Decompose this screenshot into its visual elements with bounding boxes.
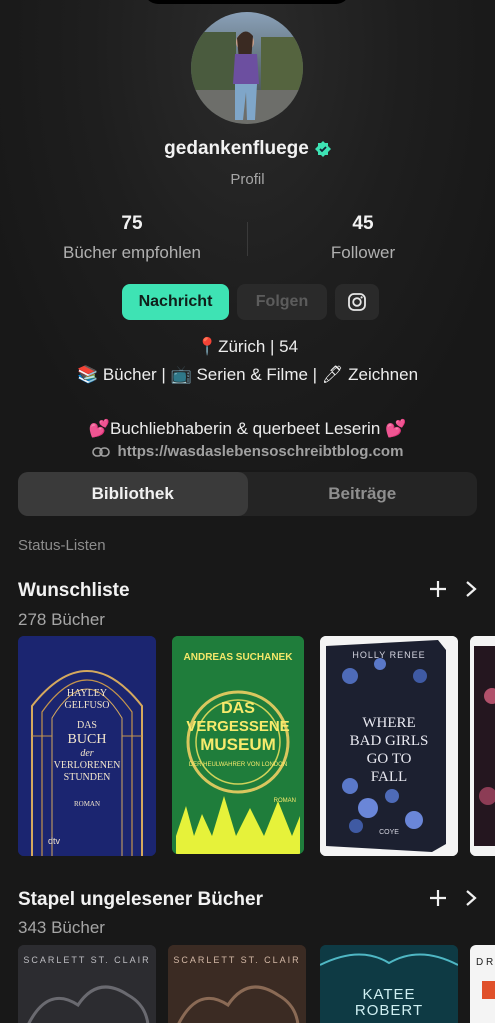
list-count: 343 Bücher	[18, 918, 105, 937]
book-title-line: DAS	[76, 720, 97, 731]
book-author: D R	[476, 957, 494, 968]
list-title-sub[interactable]: Stapel ungelesener Bücher	[18, 889, 263, 911]
book-title-line: GO TO	[366, 751, 412, 767]
book-tag: ROMAN	[273, 798, 296, 804]
bio-location: 📍Zürich | 54	[196, 337, 299, 356]
book-title-line: WHERE	[362, 715, 416, 731]
book-title-line: MUSEUM	[200, 735, 276, 754]
add-icon[interactable]	[429, 889, 447, 907]
stat-divider	[247, 222, 248, 256]
book-cover[interactable]: SCARLETT ST. CLAIR	[18, 945, 156, 1023]
link-icon	[91, 446, 110, 457]
book-cover[interactable]: ANDREAS SUCHANEK DAS VERGESSENE MUSEUM D…	[172, 636, 304, 854]
book-publisher: dtv	[48, 836, 61, 846]
book-cover[interactable]	[470, 636, 495, 856]
stat-label: Follower	[330, 243, 396, 262]
profile-actions: Nachricht Folgen	[122, 284, 379, 320]
book-author: HOLLY RENEE	[352, 650, 426, 660]
book-author: HAYLEY	[66, 688, 108, 699]
book-title-line: KATEE	[362, 986, 416, 1003]
stat-value: 45	[352, 213, 374, 234]
add-icon[interactable]	[429, 580, 447, 598]
book-cover[interactable]: D R	[470, 945, 495, 1023]
instagram-icon	[348, 293, 366, 311]
book-title-line: STUNDEN	[63, 772, 111, 783]
follow-button[interactable]: Folgen	[237, 284, 327, 320]
stat-value: 75	[121, 213, 143, 234]
book-author: GELFUSO	[64, 700, 110, 711]
tab-beitraege[interactable]: Beiträge	[248, 472, 478, 516]
status-lists-heading: Status-Listen	[18, 537, 106, 554]
profile-subtitle: Profil	[230, 171, 265, 188]
book-publisher: COYE	[379, 829, 399, 836]
book-title-line: ROBERT	[354, 1002, 424, 1019]
username-row: gedankenfluege	[0, 138, 495, 160]
book-title-line: der	[80, 748, 94, 759]
book-title-line: BAD GIRLS	[349, 733, 429, 749]
book-cover[interactable]: HOLLY RENEE WHERE BAD GIRLS GO TO FALL C…	[320, 636, 458, 856]
chevron-right-icon[interactable]	[465, 889, 477, 907]
book-tag: ROMAN	[73, 800, 101, 808]
instagram-button[interactable]	[335, 284, 379, 320]
device-notch	[144, 0, 350, 4]
list-count: 278 Bücher	[18, 610, 105, 629]
stat-followers[interactable]: 45 Follower	[263, 213, 463, 263]
username: gedankenfluege	[164, 138, 309, 159]
list-actions	[429, 580, 477, 598]
chevron-right-icon[interactable]	[465, 580, 477, 598]
stat-books-recommended[interactable]: 75 Bücher empfohlen	[32, 213, 232, 263]
verified-badge-icon	[314, 141, 331, 157]
book-subtitle: DER HEULWAHRER VON LONDON	[188, 762, 288, 768]
book-title-line: VERLORENEN	[53, 760, 121, 771]
book-title-line: BUCH	[67, 732, 107, 747]
profile-link-text: https://wasdaslebensoschreibtblog.com	[117, 443, 404, 460]
stat-label: Bücher empfohlen	[63, 243, 201, 262]
bio-interests: 📚 Bücher | 📺 Serien & Filme | 🖊 Zeichnen	[76, 365, 419, 384]
book-cover[interactable]: HAYLEY GELFUSO DAS BUCH der VERLORENEN S…	[18, 636, 156, 856]
message-button[interactable]: Nachricht	[122, 284, 229, 320]
list-actions	[429, 889, 477, 907]
profile-link[interactable]: https://wasdaslebensoschreibtblog.com	[0, 443, 495, 460]
book-title-line: DAS	[221, 700, 255, 717]
profile-tabs: Bibliothek Beiträge	[18, 472, 477, 516]
avatar[interactable]	[191, 12, 303, 124]
book-cover[interactable]: SCARLETT ST. CLAIR	[168, 945, 306, 1023]
book-author: SCARLETT ST. CLAIR	[173, 955, 301, 965]
tab-bibliothek[interactable]: Bibliothek	[18, 472, 248, 516]
book-author: SCARLETT ST. CLAIR	[23, 955, 151, 965]
book-title-line: VERGESSENE	[186, 718, 290, 735]
book-cover[interactable]: KATEE ROBERT	[320, 945, 458, 1023]
bio-description: 💕Buchliebhaberin & querbeet Leserin 💕	[88, 419, 407, 438]
list-title-wunschliste[interactable]: Wunschliste	[18, 580, 130, 602]
book-author: ANDREAS SUCHANEK	[183, 652, 293, 663]
book-title-line: FALL	[370, 769, 408, 785]
